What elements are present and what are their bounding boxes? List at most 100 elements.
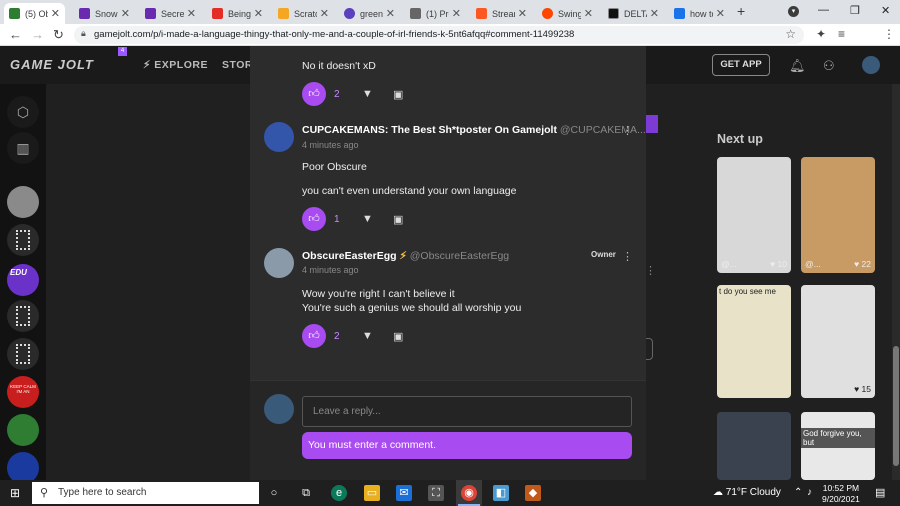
windows-start-icon[interactable]: ⊞	[10, 486, 20, 500]
bell-icon[interactable]: 🔔︎	[789, 58, 806, 74]
mail-icon[interactable]: ✉	[396, 485, 412, 501]
next-up-card[interactable]	[717, 412, 791, 480]
cortana-icon[interactable]: ○	[266, 485, 282, 501]
like-count[interactable]: 2	[334, 89, 340, 100]
favicon-icon	[79, 8, 90, 19]
forward-icon[interactable]: →	[31, 27, 44, 42]
new-tab-icon[interactable]: +	[737, 3, 745, 19]
tray-chevron-icon[interactable]: ⌃	[794, 487, 802, 498]
app-icon[interactable]: ◆	[525, 485, 541, 501]
sidebar-community-cube[interactable]	[7, 224, 39, 256]
store-link[interactable]: STOR	[222, 59, 253, 71]
tab-6[interactable]: (1) Pro✕	[405, 3, 466, 24]
sidebar-discover-icon[interactable]: ⬡	[7, 96, 39, 128]
tab-0[interactable]: (5) Ob✕	[4, 3, 65, 24]
edge-icon[interactable]: e	[331, 485, 347, 501]
close-tab-icon[interactable]: ✕	[518, 7, 527, 20]
tab-9[interactable]: DELTA✕	[603, 3, 664, 24]
comment-body: you can't even understand your own langu…	[302, 185, 517, 197]
notification-center-icon[interactable]: ▤	[875, 486, 885, 499]
close-tab-icon[interactable]: ✕	[254, 7, 263, 20]
like-count[interactable]: 1	[334, 214, 340, 225]
close-tab-icon[interactable]: ✕	[51, 7, 60, 20]
sidebar-community-cube[interactable]	[7, 338, 39, 370]
scrollbar-thumb[interactable]	[893, 346, 899, 466]
tab-5[interactable]: green ✕	[339, 3, 400, 24]
browser-menu-icon[interactable]: ⋮	[883, 27, 895, 41]
reply-icon[interactable]: ▣	[393, 330, 403, 343]
tab-4[interactable]: Scratc✕	[273, 3, 334, 24]
tab-10[interactable]: how to✕	[669, 3, 730, 24]
sidebar-library-icon[interactable]: ▥	[7, 132, 39, 164]
dislike-icon[interactable]: ▼	[362, 330, 373, 342]
close-tab-icon[interactable]: ✕	[716, 7, 725, 20]
like-count[interactable]: 2	[334, 331, 340, 342]
comment-options-icon[interactable]: ⋮	[622, 250, 633, 263]
store-icon[interactable]: ⛶	[428, 485, 444, 501]
app-icon[interactable]: ◧	[493, 485, 509, 501]
tab-1[interactable]: Snow ✕	[74, 3, 135, 24]
reply-icon[interactable]: ▣	[393, 88, 403, 101]
url-field[interactable]: 🔒︎ gamejolt.com/p/i-made-a-language-thin…	[74, 26, 804, 44]
reply-icon[interactable]: ▣	[393, 213, 403, 226]
tab-3[interactable]: Being ✕	[207, 3, 268, 24]
comment-author[interactable]: ObscureEasterEgg ⚡︎ @ObscureEasterEgg	[302, 250, 509, 262]
explore-link[interactable]: ⚡︎ EXPLORE	[143, 59, 208, 71]
reload-icon[interactable]: ↻	[53, 27, 64, 43]
close-tab-icon[interactable]: ✕	[187, 7, 196, 20]
like-button[interactable]: 👍︎	[302, 324, 326, 348]
comment-author[interactable]: CUPCAKEMANS: The Best Sh*tposter On Game…	[302, 124, 646, 136]
volume-icon[interactable]: ♪	[807, 487, 812, 498]
friends-icon[interactable]: ⚇	[823, 58, 835, 74]
bookmark-star-icon[interactable]: ☆	[785, 27, 796, 41]
like-button[interactable]: 👍︎	[302, 82, 326, 106]
get-app-button[interactable]: GET APP	[712, 54, 770, 76]
comment-timestamp: 4 minutes ago	[302, 265, 359, 275]
close-tab-icon[interactable]: ✕	[650, 7, 659, 20]
close-tab-icon[interactable]: ✕	[386, 7, 395, 20]
tab-search-icon[interactable]: ▾	[788, 6, 799, 17]
tab-2[interactable]: Secret✕	[140, 3, 201, 24]
tab-8[interactable]: Swing ✕	[537, 3, 598, 24]
next-up-card[interactable]: @... ♥ 10	[717, 157, 791, 273]
commenter-avatar[interactable]	[264, 122, 294, 152]
close-window-icon[interactable]: ✕	[881, 4, 890, 17]
user-avatar[interactable]	[862, 56, 880, 74]
back-icon[interactable]: ←	[9, 27, 22, 42]
next-up-card[interactable]: ♥ 15	[801, 285, 875, 398]
gamejolt-logo[interactable]: GAME JOLT	[10, 57, 94, 72]
sidebar-community-edu[interactable]: EDU	[7, 264, 39, 296]
commenter-avatar[interactable]	[264, 248, 294, 278]
reading-list-icon[interactable]: ≡	[838, 27, 845, 41]
taskbar-clock[interactable]: 10:52 PM 9/20/2021	[822, 483, 860, 505]
next-up-card[interactable]: t do you see me	[717, 285, 791, 398]
file-explorer-icon[interactable]: ▭	[364, 485, 380, 501]
close-tab-icon[interactable]: ✕	[452, 7, 461, 20]
sidebar-community-cube[interactable]	[7, 300, 39, 332]
comment-options-icon[interactable]: ⋮	[622, 124, 633, 137]
next-up-card[interactable]: @... ♥ 22	[801, 157, 875, 273]
extensions-icon[interactable]: ✦	[816, 27, 826, 41]
sidebar-community-avatar[interactable]	[7, 186, 39, 218]
minimize-icon[interactable]: —	[818, 4, 829, 16]
like-button[interactable]: 👍︎	[302, 207, 326, 231]
sidebar-community-avatar[interactable]	[7, 414, 39, 446]
task-view-icon[interactable]: ⧉	[298, 485, 314, 501]
page-scrollbar[interactable]	[892, 84, 900, 480]
tab-7[interactable]: Stream✕	[471, 3, 532, 24]
taskbar-search-input[interactable]: ⚲ Type here to search	[32, 482, 259, 504]
weather-widget[interactable]: ☁︎ 71°F Cloudy	[713, 487, 781, 498]
gamejolt-favicon-icon	[9, 8, 20, 19]
next-up-card[interactable]: God forgive you, but	[801, 412, 875, 480]
current-user-avatar	[264, 394, 294, 424]
close-tab-icon[interactable]: ✕	[584, 7, 593, 20]
card-likes: ♥ 15	[854, 384, 871, 394]
dislike-icon[interactable]: ▼	[362, 88, 373, 100]
sidebar-community-keepcalm[interactable]: KEEP CALM I'M AN	[7, 376, 39, 408]
chrome-icon[interactable]: ◉	[461, 485, 477, 501]
close-tab-icon[interactable]: ✕	[121, 7, 130, 20]
restore-icon[interactable]: ❐	[850, 4, 860, 17]
reply-input[interactable]: Leave a reply...	[302, 396, 632, 427]
close-tab-icon[interactable]: ✕	[320, 7, 329, 20]
dislike-icon[interactable]: ▼	[362, 213, 373, 225]
